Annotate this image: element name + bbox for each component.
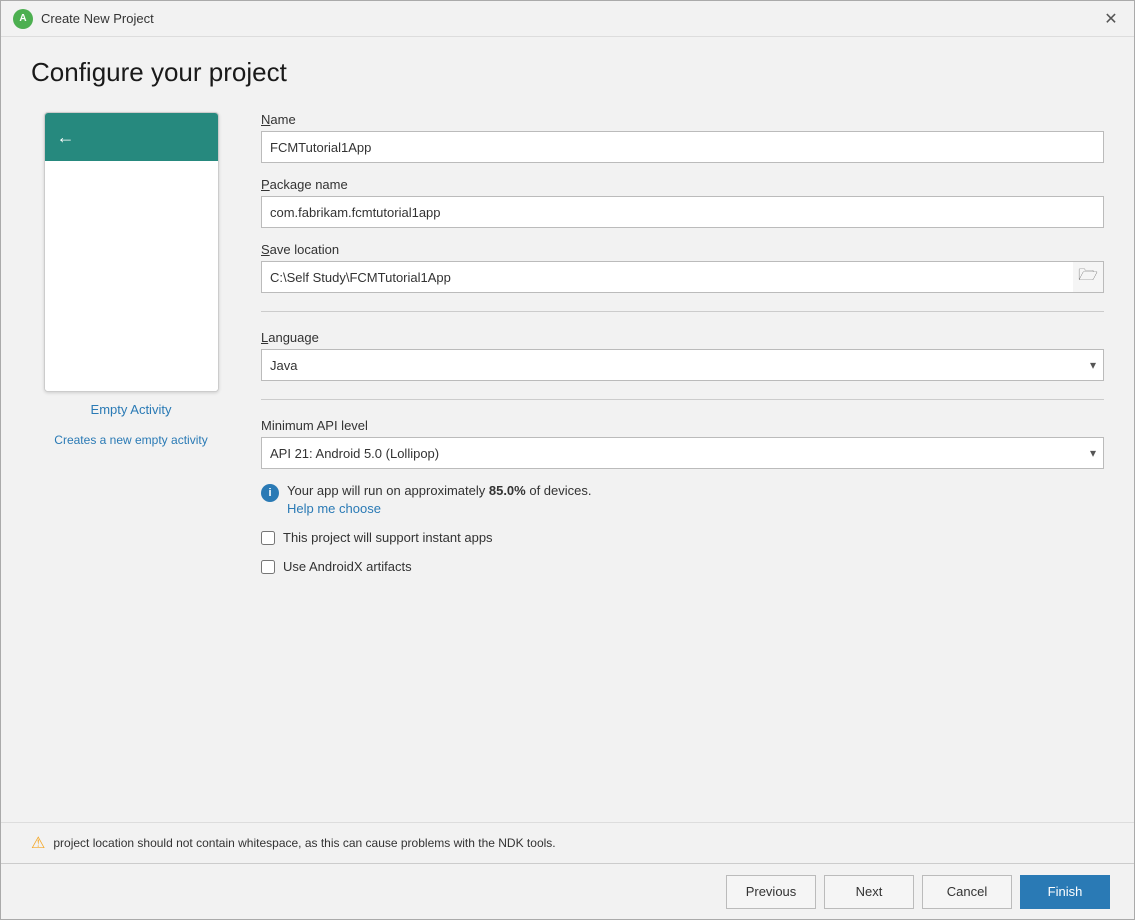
- min-api-select[interactable]: API 16: Android 4.1 (Jelly Bean) API 17:…: [261, 437, 1104, 469]
- androidx-label[interactable]: Use AndroidX artifacts: [283, 559, 412, 574]
- back-arrow-icon: ←: [57, 127, 75, 148]
- instant-apps-checkbox[interactable]: [261, 531, 275, 545]
- help-me-choose-link[interactable]: Help me choose: [287, 501, 592, 516]
- min-api-label: Minimum API level: [261, 418, 1104, 433]
- phone-body: [45, 161, 218, 391]
- main-area: ← Empty Activity Creates a new empty act…: [31, 112, 1104, 802]
- instant-apps-row: This project will support instant apps: [261, 530, 1104, 545]
- finish-button[interactable]: Finish: [1020, 875, 1110, 909]
- name-input[interactable]: [261, 131, 1104, 163]
- close-button[interactable]: ✕: [1100, 8, 1122, 30]
- activity-description: Creates a new empty activity: [54, 433, 207, 447]
- name-field-group: Name: [261, 112, 1104, 163]
- api-info-percentage: 85.0%: [489, 483, 526, 498]
- min-api-select-wrapper: API 16: Android 4.1 (Jelly Bean) API 17:…: [261, 437, 1104, 469]
- phone-preview: ←: [44, 112, 219, 392]
- divider-2: [261, 399, 1104, 400]
- title-bar-text: Create New Project: [41, 11, 1100, 26]
- title-bar: A Create New Project ✕: [1, 1, 1134, 37]
- phone-header: ←: [45, 113, 218, 161]
- folder-icon: 🗁: [1078, 264, 1098, 291]
- left-panel: ← Empty Activity Creates a new empty act…: [31, 112, 231, 802]
- name-label: Name: [261, 112, 1104, 127]
- cancel-button[interactable]: Cancel: [922, 875, 1012, 909]
- api-info-text: Your app will run on approximately 85.0%…: [287, 483, 592, 516]
- save-location-wrapper: 🗁: [261, 261, 1104, 293]
- right-panel: Name Package name Save location 🗁: [261, 112, 1104, 802]
- api-info-row: i Your app will run on approximately 85.…: [261, 483, 1104, 516]
- page-title: Configure your project: [31, 57, 1104, 88]
- language-label: Language: [261, 330, 1104, 345]
- language-select-wrapper: Java Kotlin ▾: [261, 349, 1104, 381]
- app-icon: A: [13, 9, 33, 29]
- warning-bar: ⚠ project location should not contain wh…: [1, 822, 1134, 863]
- activity-label: Empty Activity: [91, 402, 172, 417]
- warning-icon: ⚠: [31, 833, 45, 853]
- warning-text: project location should not contain whit…: [53, 836, 555, 850]
- next-button[interactable]: Next: [824, 875, 914, 909]
- save-location-input[interactable]: [261, 261, 1104, 293]
- androidx-row: Use AndroidX artifacts: [261, 559, 1104, 574]
- save-location-label: Save location: [261, 242, 1104, 257]
- language-select[interactable]: Java Kotlin: [261, 349, 1104, 381]
- androidx-checkbox[interactable]: [261, 560, 275, 574]
- main-content: Configure your project ← Empty Activity …: [1, 37, 1134, 822]
- previous-button[interactable]: Previous: [726, 875, 816, 909]
- api-info-after: of devices.: [526, 483, 592, 498]
- language-field-group: Language Java Kotlin ▾: [261, 330, 1104, 381]
- save-location-field-group: Save location 🗁: [261, 242, 1104, 293]
- min-api-field-group: Minimum API level API 16: Android 4.1 (J…: [261, 418, 1104, 469]
- instant-apps-label[interactable]: This project will support instant apps: [283, 530, 493, 545]
- package-label: Package name: [261, 177, 1104, 192]
- dialog-window: A Create New Project ✕ Configure your pr…: [0, 0, 1135, 920]
- dialog-footer: Previous Next Cancel Finish: [1, 863, 1134, 919]
- info-icon: i: [261, 484, 279, 502]
- divider: [261, 311, 1104, 312]
- api-info-before: Your app will run on approximately: [287, 483, 489, 498]
- package-field-group: Package name: [261, 177, 1104, 228]
- package-input[interactable]: [261, 196, 1104, 228]
- browse-folder-button[interactable]: 🗁: [1073, 262, 1103, 292]
